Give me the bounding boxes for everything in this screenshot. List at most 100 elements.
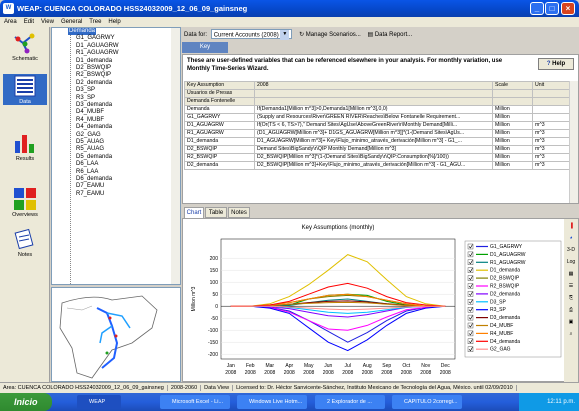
tree-item[interactable]: D5_AUAG: [76, 139, 104, 146]
table-cell-unit[interactable]: [532, 105, 571, 114]
tree-item[interactable]: R5_AUAG: [76, 146, 104, 153]
menu-edit[interactable]: Edit: [24, 19, 34, 25]
menu-area[interactable]: Area: [4, 19, 17, 25]
table-cell-scale[interactable]: [492, 89, 533, 98]
table-cell-unit[interactable]: [532, 89, 571, 98]
table-cell-expr[interactable]: (D1_AGUAGRW[Million m^3]+ D1GS_AGUAGRW[M…: [254, 129, 493, 138]
area-map[interactable]: [51, 287, 181, 382]
table-row[interactable]: G1_GAGRWY (Supply and Resources\River\GRE…: [184, 113, 571, 122]
menu-view[interactable]: View: [41, 19, 54, 25]
tree-item[interactable]: D7_EAMU: [76, 183, 104, 190]
tree-item[interactable]: D3_demanda: [76, 102, 112, 109]
table-cell-scale[interactable]: Million: [492, 121, 533, 130]
table-cell-unit[interactable]: m^3: [532, 129, 571, 138]
tree-item[interactable]: R1_AGUAGRW: [76, 50, 119, 57]
view-schematic[interactable]: Schematic: [3, 31, 47, 62]
table-row[interactable]: D2_BSWQIP Demand Sites\BigSandy\r\QIP Mon…: [184, 145, 571, 154]
table-cell-name[interactable]: D1_demanda: [184, 137, 255, 146]
column-header[interactable]: 2008: [254, 81, 493, 90]
table-row[interactable]: Demanda Fontenelle: [184, 97, 571, 106]
menu-general[interactable]: General: [61, 19, 82, 25]
tree-item[interactable]: R2_BSWQIP: [76, 72, 111, 79]
task-excel[interactable]: Microsoft Excel - Li...: [160, 395, 230, 409]
table-cell-expr[interactable]: D2_BSWQIP[Million m^3]*(1-(Demand Sites\…: [254, 153, 493, 162]
zoom-icon[interactable]: ⌕: [564, 329, 578, 339]
tab-table[interactable]: Table: [205, 207, 227, 218]
table-cell-expr[interactable]: D2_BSWQIP[Million m^3]+Key\Flujo_minimo_…: [254, 161, 493, 170]
table-cell-name[interactable]: R2_BSWQIP: [184, 153, 255, 162]
tree-item[interactable]: D5_demanda: [76, 154, 112, 161]
column-header[interactable]: Unit: [532, 81, 571, 90]
3d-icon[interactable]: 3-D: [564, 245, 578, 255]
table-cell-scale[interactable]: Million: [492, 113, 533, 122]
table-cell-scale[interactable]: [492, 97, 533, 106]
list-icon[interactable]: ☰: [564, 281, 578, 291]
start-button[interactable]: Inicio: [0, 393, 52, 411]
table-cell-name[interactable]: D1_AGUAGRW: [184, 121, 255, 130]
tree-item[interactable]: D3_SP: [76, 87, 95, 94]
table-cell-scale[interactable]: Million: [492, 137, 533, 146]
table-cell-name[interactable]: Demanda Fontenelle: [184, 97, 255, 106]
table-cell-unit[interactable]: m^3: [532, 121, 571, 130]
menu-tree[interactable]: Tree: [89, 19, 101, 25]
menu-help[interactable]: Help: [108, 19, 120, 25]
help-button[interactable]: ? Help: [538, 58, 574, 70]
tree-item[interactable]: D6_demanda: [76, 176, 112, 183]
tree-item[interactable]: R3_SP: [76, 95, 95, 102]
close-button[interactable]: ×: [561, 2, 575, 15]
table-row[interactable]: Usuarios de Presas: [184, 89, 571, 98]
table-cell-name[interactable]: D2_BSWQIP: [184, 145, 255, 154]
table-cell-unit[interactable]: m^3: [532, 145, 571, 154]
tree-item[interactable]: D6_LAA: [76, 161, 98, 168]
manage-scenarios-button[interactable]: ↻ Manage Scenarios...: [299, 32, 361, 38]
task-weap[interactable]: WEAP: [77, 395, 121, 409]
tree-item[interactable]: D1_AGUAGRW: [76, 43, 119, 50]
tree-item[interactable]: G1_GAGRWY: [76, 35, 115, 42]
log-icon[interactable]: Log: [564, 257, 578, 267]
tab-key-assumptions[interactable]: Key Assumptions: [182, 42, 228, 61]
tree-item[interactable]: D2_demanda: [76, 80, 112, 87]
table-cell-expr[interactable]: If(Or(TS < 6, TS>7)," Demand Sites\AgUse…: [254, 121, 493, 130]
table-row[interactable]: R1_AGUAGRW (D1_AGUAGRW[Million m^3]+ D1GS…: [184, 129, 571, 138]
table-cell-expr[interactable]: Demand Sites\BigSandy\r\QIP Monthly Dema…: [254, 145, 493, 154]
tree-item[interactable]: R7_EAMU: [76, 191, 104, 198]
tree-item[interactable]: D1_demanda: [76, 58, 112, 65]
tree-item[interactable]: G2_GAG: [76, 132, 101, 139]
table-cell-unit[interactable]: [532, 113, 571, 122]
table-cell-unit[interactable]: m^3: [532, 137, 571, 146]
table-cell-scale[interactable]: Million: [492, 153, 533, 162]
table-cell-expr[interactable]: (Supply and Resources\River\GREEN RIVER\…: [254, 113, 493, 122]
scenario-select[interactable]: Current Accounts (2008) ▼: [210, 29, 293, 41]
table-row[interactable]: Demanda If(Demanda1[Million m^3]>0,Demand…: [184, 105, 571, 114]
chevron-down-icon[interactable]: ▼: [280, 30, 290, 41]
table-row[interactable]: D2_demanda D2_BSWQIP[Million m^3]+Key\Flu…: [184, 161, 571, 170]
column-header[interactable]: Key Assumption: [184, 81, 255, 90]
table-cell-unit[interactable]: m^3: [532, 153, 571, 162]
print-icon[interactable]: ⎙: [564, 305, 578, 315]
table-cell-expr[interactable]: [254, 89, 493, 98]
table-cell-expr[interactable]: D1_AGUAGRW[Million m^3]+ Key\Flujo_minim…: [254, 137, 493, 146]
table-cell-scale[interactable]: Million: [492, 129, 533, 138]
tree-scrollbar[interactable]: [171, 28, 180, 284]
view-overviews[interactable]: Overviews: [3, 187, 47, 218]
column-header[interactable]: Scale: [492, 81, 533, 90]
copy-icon[interactable]: ⎘: [564, 293, 578, 303]
table-cell-scale[interactable]: Million: [492, 105, 533, 114]
table-cell-name[interactable]: Demanda: [184, 105, 255, 114]
minimize-button[interactable]: _: [530, 2, 544, 15]
view-notes[interactable]: Notes: [3, 227, 47, 258]
table-cell-unit[interactable]: m^3: [532, 161, 571, 170]
tab-chart[interactable]: Chart: [184, 207, 204, 218]
tab-notes[interactable]: Notes: [228, 207, 250, 218]
tree-item[interactable]: D4_demanda: [76, 124, 112, 131]
table-cell-name[interactable]: G1_GAGRWY: [184, 113, 255, 122]
tree-item[interactable]: R4_MUBF: [76, 117, 104, 124]
task-explorer[interactable]: 2 Explorador de ...: [315, 395, 385, 409]
grid-icon[interactable]: ▦: [564, 269, 578, 279]
table-cell-name[interactable]: Usuarios de Presas: [184, 89, 255, 98]
table-cell-expr[interactable]: If(Demanda1[Million m^3]>0,Demanda1[Mill…: [254, 105, 493, 114]
table-cell-expr[interactable]: [254, 97, 493, 106]
data-report-button[interactable]: ▤ Data Report...: [367, 32, 412, 38]
tree-item[interactable]: R6_LAA: [76, 169, 98, 176]
table-cell-scale[interactable]: Million: [492, 145, 533, 154]
